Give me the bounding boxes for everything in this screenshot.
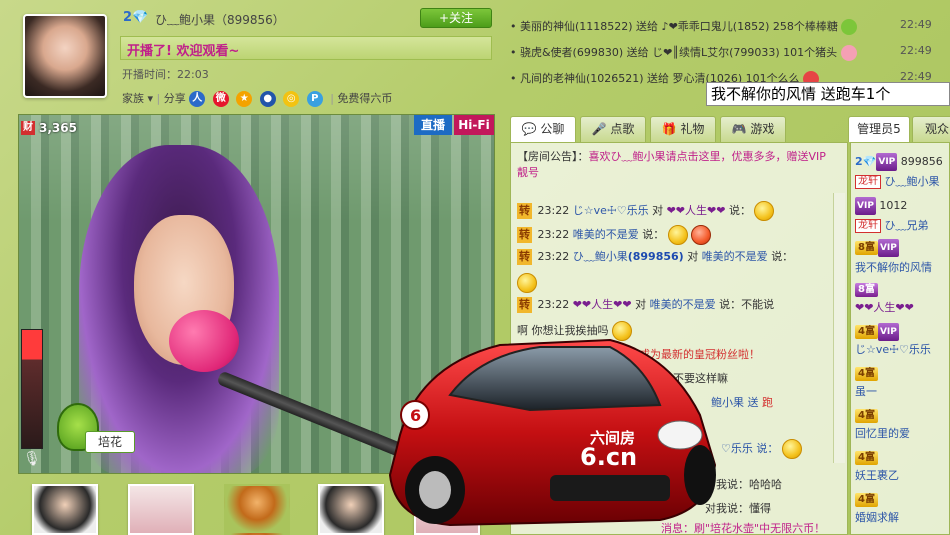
chat-message: 对我说：懂得 [705, 502, 771, 515]
airtime-text: 开播时间：22:03 [122, 68, 209, 81]
user-row[interactable]: 4富 VIP [855, 323, 949, 343]
pig-head-icon [840, 45, 857, 61]
laughing-emoji-icon [517, 273, 537, 293]
user-row[interactable]: 我不解你的风情 [855, 259, 949, 279]
renren-icon[interactable]: 人 [189, 91, 206, 107]
qq-icon[interactable]: P [306, 91, 323, 107]
user-row[interactable]: 回忆里的爱 [855, 425, 949, 445]
kaixin-icon[interactable]: ◎ [283, 91, 300, 107]
wealth-value: 3,365 [39, 121, 77, 135]
chat-message: ♡乐乐 说： [721, 439, 847, 459]
thumbnail-1[interactable] [32, 484, 98, 535]
tab-audience[interactable]: 观众 [912, 116, 950, 142]
chat-message: 转 23:22 ひ﹏鲍小果(899856) 对 唯美的不是爱 说： [517, 249, 794, 265]
gift-ticker: 我不解你的风情 送跑车1个 [706, 82, 950, 106]
host-panel: 2💎 ひ﹏鲍小果（899856） +关注 开播了! 欢迎观看~ 开播时间：22:… [15, 6, 495, 110]
share-row: 家族 ▾ | 分享 人 微 ★ ● ◎ P | 免费得六币 [122, 91, 393, 107]
baidu-paw-icon[interactable]: ● [259, 91, 276, 107]
chat-message: 转 23:22 ❤❤人生❤❤ 对 唯美的不是爱 说：不能说 [517, 297, 775, 313]
grin-emoji-icon [667, 225, 688, 245]
chat-message: 对我说：哈哈哈 [705, 478, 782, 491]
tab-song-request[interactable]: 🎤 点歌 [580, 116, 646, 142]
follow-button[interactable]: +关注 [420, 8, 492, 28]
lollipop-icon [841, 19, 858, 35]
hifi-badge: Hi-Fi [454, 115, 494, 135]
chat-message: 鲍小果 送 跑 [711, 396, 773, 409]
gift-log: • 美丽的神仙(1118522) 送给 ♪❤乖乖口鬼儿(1852) 258个棒棒… [510, 12, 950, 92]
user-row[interactable]: 龙轩 ひ﹏鲍小果 [855, 173, 949, 193]
chat-tabs: 💬 公聊 🎤 点歌 🎁 礼物 🎮 游戏 [510, 116, 850, 142]
tab-gifts[interactable]: 🎁 礼物 [650, 116, 716, 142]
car-number: 6 [410, 406, 421, 425]
user-row[interactable]: 8富 VIP [855, 239, 949, 259]
thinking-emoji-icon [781, 439, 802, 459]
host-name[interactable]: ひ﹏鲍小果（899856） [155, 11, 285, 28]
thumbnail-2[interactable] [128, 484, 194, 535]
user-row[interactable]: 4富 [855, 491, 949, 511]
gamepad-icon: 🎮 [731, 122, 747, 136]
chevron-down-icon: ▾ [147, 92, 154, 105]
laughing-emoji-icon [754, 201, 775, 221]
car-grille [550, 475, 670, 501]
family-dropdown[interactable]: 家族 ▾ [122, 92, 153, 105]
weibo-icon[interactable]: 微 [212, 91, 229, 107]
user-row[interactable]: 妖王裹乙 [855, 467, 949, 487]
user-row[interactable]: 2💎 VIP 899856 [855, 153, 949, 173]
host-avatar[interactable] [23, 14, 107, 98]
car-rear-wheel [684, 445, 716, 505]
thumbnail-4[interactable] [318, 484, 384, 535]
chat-message: 转 23:22 じ☆ve☩♡乐乐 对 ❤❤人生❤❤ 说： [517, 201, 831, 221]
user-row[interactable]: VIP 1012 [855, 197, 949, 217]
gift-log-row: • 美丽的神仙(1118522) 送给 ♪❤乖乖口鬼儿(1852) 258个棒棒… [510, 18, 932, 35]
user-row[interactable]: 婚姻求解 [855, 509, 949, 529]
welcome-text: 开播了! 欢迎观看~ [127, 44, 240, 59]
wealth-icon: 财 [21, 121, 35, 135]
flower-button[interactable]: 培花 [85, 431, 135, 453]
user-row[interactable]: ❤❤人生❤❤ [855, 299, 949, 319]
user-row[interactable]: 4富 [855, 449, 949, 469]
volume-meter[interactable] [21, 329, 43, 449]
user-row[interactable]: 4富 [855, 365, 949, 385]
live-badge: 直播 [414, 115, 452, 135]
free-coins-link[interactable]: 免费得六币 [337, 92, 392, 105]
chat-message: 转 23:22 唯美的不是爱 说： [517, 225, 831, 245]
user-row[interactable]: 8富 [855, 281, 949, 301]
room-announcement[interactable]: 【房间公告】：喜欢ひ﹏鲍小果请点击这里，优惠多多，赠送VIP靓号 [517, 149, 831, 181]
user-row[interactable]: 虽一 [855, 383, 949, 403]
sports-car-gift-animation: 6 六间房 6.cn [388, 338, 717, 527]
tab-admins[interactable]: 管理员5 [848, 116, 910, 142]
host-level-badge: 2💎 [123, 10, 149, 25]
chat-scrollbar[interactable] [833, 193, 845, 463]
car-domain-text: 6.cn [580, 443, 637, 471]
welcome-bar: 开播了! 欢迎观看~ [120, 36, 492, 60]
user-row[interactable]: 龙轩 ひ﹏兄弟 [855, 217, 949, 237]
user-row[interactable]: 4富 [855, 407, 949, 427]
car-headlight [657, 420, 703, 450]
gift-log-row: • 骁虎&使者(699830) 送给 じ❤║续情L艾尔(799033) 101个… [510, 44, 932, 61]
user-tabs: 管理员5 观众 [848, 116, 950, 142]
tab-games[interactable]: 🎮 游戏 [720, 116, 786, 142]
user-row[interactable]: じ☆ve☩♡乐乐 [855, 341, 949, 361]
qzone-star-icon[interactable]: ★ [236, 91, 253, 107]
share-label: 分享 [163, 92, 186, 105]
chat-emoji-line [517, 273, 831, 293]
tab-public-chat[interactable]: 💬 公聊 [510, 116, 576, 142]
microphone-icon: 🎤 [591, 122, 607, 136]
angry-emoji-icon [691, 225, 712, 245]
microphone-image [169, 310, 239, 372]
chat-bubble-icon: 💬 [521, 122, 537, 136]
microphone-icon[interactable]: 🎙 [23, 451, 41, 469]
gift-icon: 🎁 [661, 122, 677, 136]
user-list[interactable]: 2💎 VIP 899856 龙轩 ひ﹏鲍小果 VIP 1012 龙轩 ひ﹏兄弟 8… [850, 142, 950, 535]
thumbnail-3[interactable] [224, 484, 290, 535]
